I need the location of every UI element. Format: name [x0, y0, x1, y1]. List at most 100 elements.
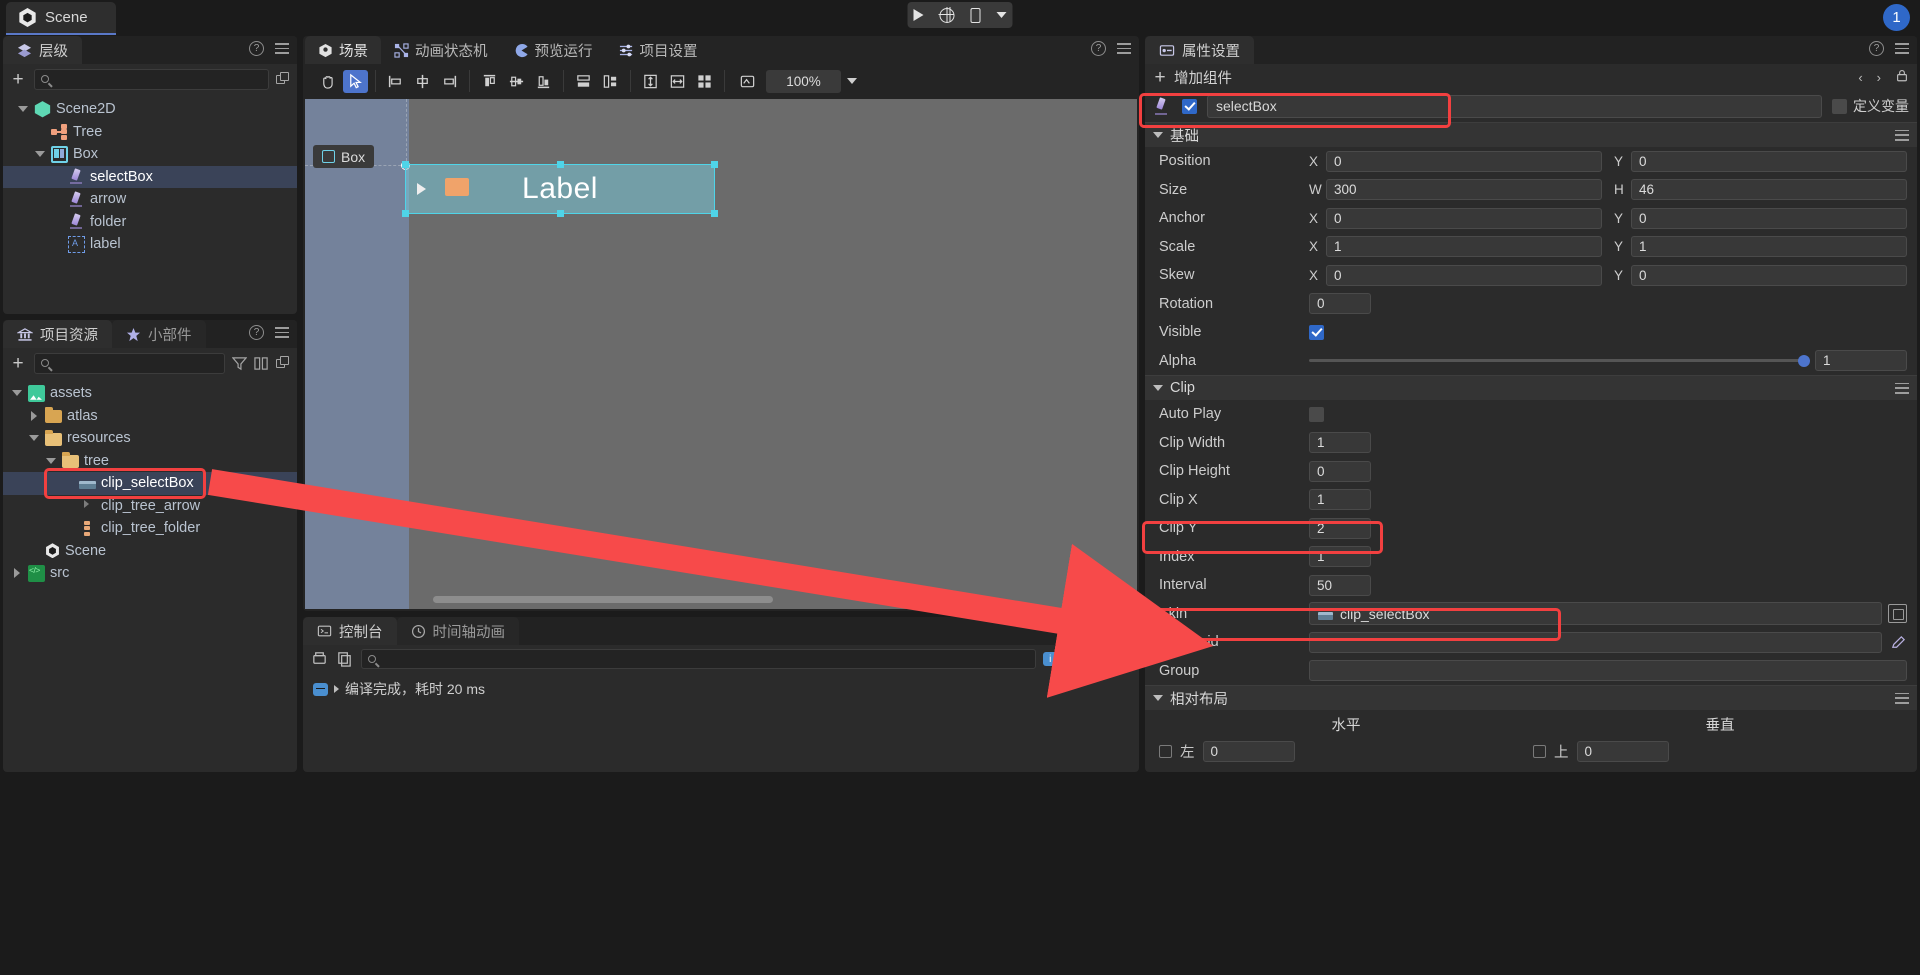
tree-row[interactable]: resources: [3, 427, 297, 450]
property-input[interactable]: 1: [1815, 350, 1907, 371]
lock-icon[interactable]: [1895, 68, 1909, 86]
counter-info[interactable]: i 1: [1043, 652, 1068, 667]
add-node-button[interactable]: +: [9, 70, 27, 89]
tree-row[interactable]: Alabel: [3, 233, 297, 256]
hamburger-icon[interactable]: [1895, 383, 1909, 394]
layout-right-input[interactable]: 0: [1577, 741, 1669, 762]
property-input[interactable]: [1309, 660, 1907, 681]
help-icon[interactable]: ?: [1091, 41, 1106, 56]
canvas-horizontal-scrollbar[interactable]: [433, 596, 773, 603]
tab-project-settings[interactable]: 项目设置: [606, 36, 711, 64]
resize-handle-br[interactable]: [711, 210, 718, 217]
tree-row[interactable]: src: [3, 562, 297, 585]
tab-scene[interactable]: 场景: [305, 36, 381, 64]
skin-picker-button[interactable]: [1888, 604, 1907, 623]
layout-left-checkbox[interactable]: [1159, 745, 1172, 758]
counter-error[interactable]: × 0: [1106, 652, 1131, 667]
component-name-field[interactable]: selectBox: [1207, 95, 1822, 118]
notification-badge[interactable]: 1: [1883, 4, 1910, 31]
globe-icon[interactable]: [940, 8, 955, 23]
property-input[interactable]: [1309, 632, 1882, 653]
resize-handle-tc[interactable]: [557, 161, 564, 168]
help-icon[interactable]: ?: [249, 325, 264, 340]
select-tool-icon[interactable]: [343, 70, 368, 93]
resize-handle-bl[interactable]: [402, 210, 409, 217]
tab-properties[interactable]: 属性设置: [1145, 36, 1254, 64]
property-input[interactable]: 1: [1309, 432, 1371, 453]
chevron-down-icon[interactable]: [28, 435, 40, 441]
property-input[interactable]: 50: [1309, 575, 1371, 596]
chevron-down-icon[interactable]: [997, 12, 1007, 18]
tree-row[interactable]: selectBox: [3, 166, 297, 189]
property-y-input[interactable]: 0: [1631, 265, 1907, 286]
window-tab-scene[interactable]: Scene: [6, 2, 116, 35]
same-height-icon[interactable]: [638, 70, 663, 93]
ratio-lock-icon[interactable]: [735, 70, 760, 93]
distribute-vertical-icon[interactable]: [571, 70, 596, 93]
property-x-input[interactable]: 0: [1326, 151, 1602, 172]
resize-handle-tr[interactable]: [711, 161, 718, 168]
hamburger-icon[interactable]: [275, 327, 289, 338]
hamburger-icon[interactable]: [1117, 43, 1131, 54]
chevron-down-icon[interactable]: [45, 458, 57, 464]
nav-next-button[interactable]: ›: [1877, 70, 1881, 85]
chevron-down-icon[interactable]: [11, 390, 23, 396]
hierarchy-search-input[interactable]: [54, 72, 262, 86]
nav-prev-button[interactable]: ‹: [1858, 70, 1862, 85]
layout-left-input[interactable]: 0: [1203, 741, 1295, 762]
same-size-icon[interactable]: [692, 70, 717, 93]
console-log-row[interactable]: 编译完成，耗时 20 ms: [313, 679, 1129, 699]
hamburger-icon[interactable]: [1895, 130, 1909, 141]
align-top-icon[interactable]: [477, 70, 502, 93]
tree-row[interactable]: Tree: [3, 121, 297, 144]
property-x-input[interactable]: 300: [1326, 179, 1602, 200]
tab-state-machine[interactable]: 动画状态机: [381, 36, 501, 64]
hamburger-icon[interactable]: [1117, 622, 1131, 633]
skin-field[interactable]: clip_selectBox: [1309, 602, 1882, 625]
chevron-down-icon[interactable]: [1153, 695, 1163, 701]
property-y-input[interactable]: 0: [1631, 151, 1907, 172]
hamburger-icon[interactable]: [1895, 43, 1909, 54]
layout-right-checkbox[interactable]: [1533, 745, 1546, 758]
chevron-down-icon[interactable]: [1153, 132, 1163, 138]
property-input[interactable]: 0: [1309, 293, 1371, 314]
duplicate-icon[interactable]: [276, 356, 291, 371]
same-width-icon[interactable]: [665, 70, 690, 93]
property-input[interactable]: 2: [1309, 518, 1371, 539]
hamburger-icon[interactable]: [275, 43, 289, 54]
tree-row[interactable]: Scene: [3, 540, 297, 563]
align-left-icon[interactable]: [383, 70, 408, 93]
assets-search-input[interactable]: [54, 356, 218, 370]
tab-project-assets[interactable]: 项目资源: [3, 320, 112, 348]
copy-icon[interactable]: [336, 650, 354, 668]
property-x-input[interactable]: 1: [1326, 236, 1602, 257]
resize-handle-bc[interactable]: [557, 210, 564, 217]
console-search-field[interactable]: [361, 649, 1036, 669]
help-icon[interactable]: ?: [249, 41, 264, 56]
align-bottom-icon[interactable]: [531, 70, 556, 93]
chevron-right-icon[interactable]: [28, 411, 40, 421]
section-header[interactable]: 基础: [1145, 122, 1917, 147]
play-icon[interactable]: [914, 9, 924, 21]
property-checkbox[interactable]: [1309, 407, 1324, 422]
tab-console[interactable]: 控制台: [303, 617, 397, 645]
resize-handle-tl[interactable]: [402, 161, 409, 168]
define-variable-checkbox[interactable]: [1832, 99, 1847, 114]
align-right-icon[interactable]: [437, 70, 462, 93]
tree-row[interactable]: Scene2D: [3, 98, 297, 121]
clear-icon[interactable]: [311, 650, 329, 668]
counter-warning[interactable]: ⚠ 0: [1075, 652, 1100, 667]
align-center-horizontal-icon[interactable]: [410, 70, 435, 93]
section-header[interactable]: 相对布局: [1145, 685, 1917, 710]
define-variable-option[interactable]: 定义变量: [1832, 96, 1909, 116]
help-icon[interactable]: ?: [1869, 41, 1884, 56]
tab-timeline[interactable]: 时间轴动画: [397, 617, 520, 645]
property-y-input[interactable]: 0: [1631, 208, 1907, 229]
tree-row[interactable]: tree: [3, 450, 297, 473]
property-checkbox[interactable]: [1309, 325, 1324, 340]
alpha-slider[interactable]: [1309, 359, 1805, 362]
property-x-input[interactable]: 0: [1326, 265, 1602, 286]
columns-icon[interactable]: [254, 356, 269, 371]
assets-search-field[interactable]: [34, 353, 225, 374]
tab-hierarchy[interactable]: 层级: [3, 36, 82, 64]
